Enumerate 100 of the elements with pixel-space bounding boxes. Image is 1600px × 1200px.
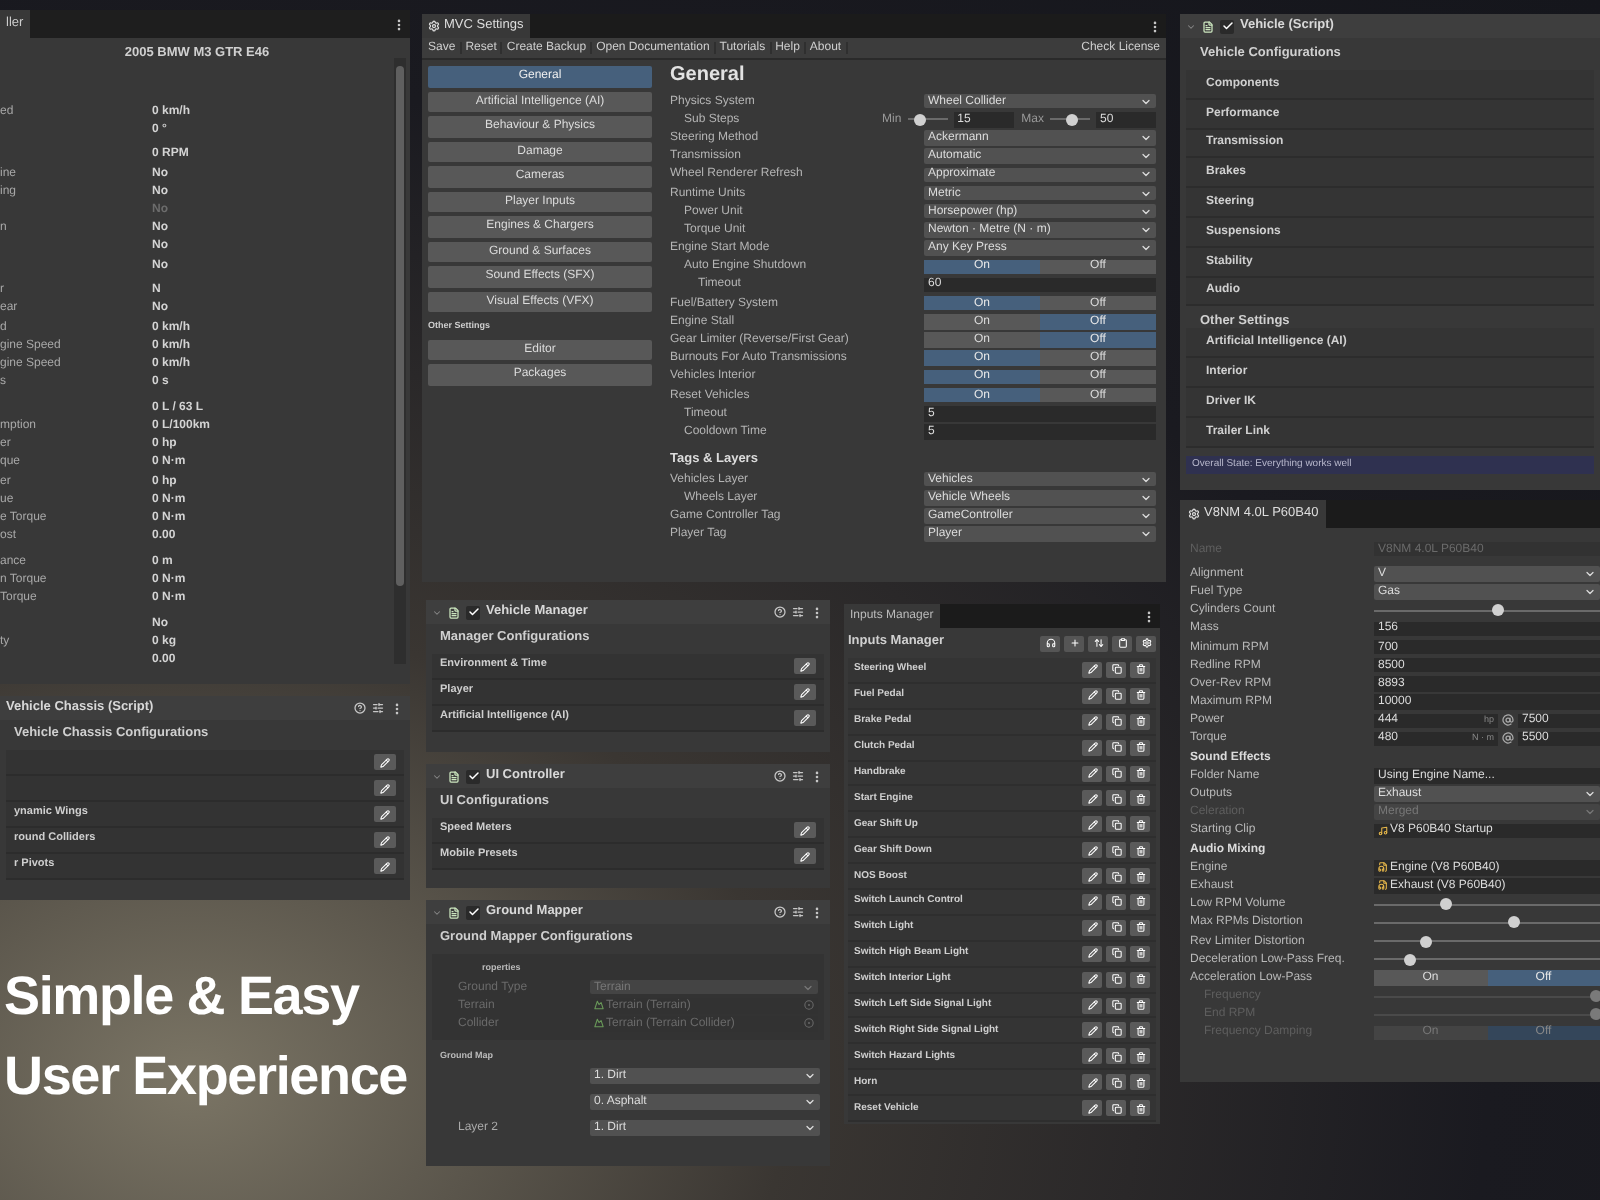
edit-button[interactable]: [1082, 790, 1102, 807]
slider-thumb[interactable]: [913, 113, 926, 126]
slider-thumb[interactable]: [1066, 113, 1078, 126]
slider[interactable]: [1374, 953, 1600, 966]
duplicate-button[interactable]: [1106, 842, 1126, 859]
delete-button[interactable]: [1130, 1100, 1150, 1117]
edit-button[interactable]: [1082, 816, 1102, 833]
trash-icon: [1135, 690, 1145, 701]
pencil-icon: [380, 809, 390, 819]
presets-icon: [792, 770, 804, 782]
delete-button[interactable]: [1130, 816, 1150, 833]
scrollbar[interactable]: [394, 58, 406, 664]
edit-button[interactable]: [374, 780, 396, 796]
edit-button[interactable]: [374, 754, 396, 770]
edit-button[interactable]: [1082, 919, 1102, 936]
delete-button[interactable]: [1130, 868, 1150, 885]
edit-button[interactable]: [794, 822, 816, 838]
delete-button[interactable]: [1130, 790, 1150, 807]
enabled-checkbox[interactable]: [466, 605, 480, 619]
edit-button[interactable]: [1082, 739, 1102, 756]
delete-button[interactable]: [1130, 842, 1150, 859]
edit-button[interactable]: [1082, 1074, 1102, 1091]
edit-button[interactable]: [374, 806, 396, 822]
delete-button[interactable]: [1130, 1074, 1150, 1091]
edit-button[interactable]: [794, 848, 816, 864]
duplicate-button[interactable]: [1106, 868, 1126, 885]
copy-icon: [1111, 690, 1121, 701]
delete-button[interactable]: [1130, 919, 1150, 936]
edit-button[interactable]: [1082, 971, 1102, 988]
duplicate-button[interactable]: [1106, 1022, 1126, 1039]
delete-button[interactable]: [1130, 687, 1150, 704]
duplicate-button[interactable]: [1106, 919, 1126, 936]
slider[interactable]: [1374, 1008, 1600, 1021]
duplicate-button[interactable]: [1106, 893, 1126, 910]
slider[interactable]: [907, 113, 948, 126]
toolbar-button[interactable]: [1088, 635, 1108, 651]
duplicate-button[interactable]: [1106, 765, 1126, 781]
trash-icon: [1135, 1025, 1145, 1036]
slider-thumb[interactable]: [1508, 916, 1521, 929]
edit-button[interactable]: [1082, 661, 1102, 678]
edit-button[interactable]: [374, 832, 396, 848]
delete-button[interactable]: [1130, 945, 1150, 962]
edit-button[interactable]: [1082, 687, 1102, 704]
edit-button[interactable]: [794, 710, 816, 726]
toolbar-button[interactable]: [1136, 635, 1156, 651]
duplicate-button[interactable]: [1106, 687, 1126, 704]
delete-button[interactable]: [1130, 661, 1150, 678]
copy-icon: [1111, 1103, 1121, 1114]
toolbar-button[interactable]: [1040, 635, 1060, 651]
slider-thumb[interactable]: [1404, 953, 1417, 966]
delete-button[interactable]: [1130, 893, 1150, 910]
delete-button[interactable]: [1130, 1022, 1150, 1039]
edit-button[interactable]: [1082, 945, 1102, 962]
edit-button[interactable]: [1082, 1048, 1102, 1065]
edit-button[interactable]: [1082, 842, 1102, 859]
duplicate-button[interactable]: [1106, 790, 1126, 807]
edit-button[interactable]: [1082, 1100, 1102, 1117]
caret-icon: [1140, 95, 1152, 108]
duplicate-button[interactable]: [1106, 971, 1126, 988]
slider[interactable]: [1050, 113, 1090, 126]
delete-button[interactable]: [1130, 765, 1150, 781]
duplicate-button[interactable]: [1106, 997, 1126, 1014]
edit-button[interactable]: [794, 658, 816, 674]
delete-button[interactable]: [1130, 739, 1150, 756]
edit-button[interactable]: [1082, 765, 1102, 781]
duplicate-button[interactable]: [1106, 1048, 1126, 1065]
slider-thumb[interactable]: [1440, 898, 1453, 911]
slider[interactable]: [1374, 898, 1600, 911]
more-icon: [810, 769, 824, 783]
toolbar-button[interactable]: [1064, 635, 1084, 651]
delete-button[interactable]: [1130, 713, 1150, 730]
help-icon: [774, 906, 786, 918]
enabled-checkbox[interactable]: [466, 905, 480, 919]
delete-button[interactable]: [1130, 1048, 1150, 1065]
duplicate-button[interactable]: [1106, 1100, 1126, 1117]
edit-button[interactable]: [1082, 1022, 1102, 1039]
delete-button[interactable]: [1130, 971, 1150, 988]
edit-button[interactable]: [374, 858, 396, 874]
toolbar-button[interactable]: [1112, 635, 1132, 651]
slider-thumb[interactable]: [1419, 935, 1432, 948]
enabled-checkbox[interactable]: [1220, 19, 1234, 33]
duplicate-button[interactable]: [1106, 816, 1126, 833]
presets-icon: [372, 702, 384, 714]
duplicate-button[interactable]: [1106, 661, 1126, 678]
duplicate-button[interactable]: [1106, 945, 1126, 962]
edit-button[interactable]: [1082, 713, 1102, 730]
enabled-checkbox[interactable]: [466, 769, 480, 783]
slider-thumb[interactable]: [1492, 604, 1505, 617]
duplicate-button[interactable]: [1106, 1074, 1126, 1091]
slider[interactable]: [1374, 604, 1600, 617]
slider[interactable]: [1374, 935, 1600, 948]
edit-button[interactable]: [1082, 997, 1102, 1014]
edit-button[interactable]: [1082, 868, 1102, 885]
edit-button[interactable]: [1082, 893, 1102, 910]
duplicate-button[interactable]: [1106, 739, 1126, 756]
duplicate-button[interactable]: [1106, 713, 1126, 730]
slider[interactable]: [1374, 916, 1600, 929]
edit-button[interactable]: [794, 684, 816, 700]
delete-button[interactable]: [1130, 997, 1150, 1014]
slider[interactable]: [1374, 990, 1600, 1003]
